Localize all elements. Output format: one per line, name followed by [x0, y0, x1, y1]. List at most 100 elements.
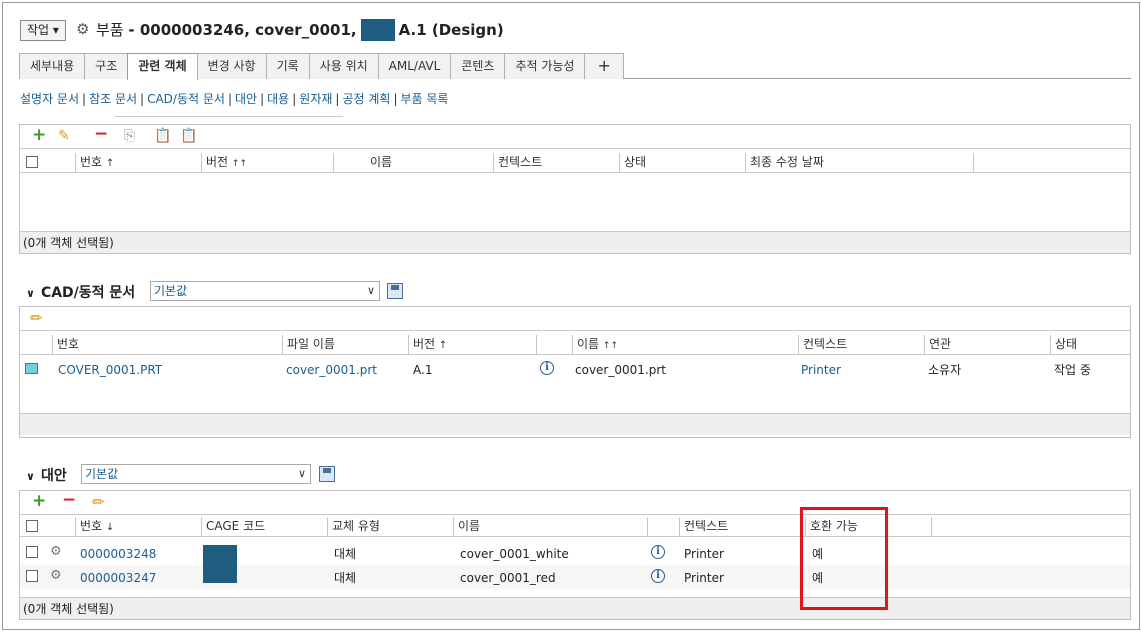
actions-menu-button[interactable]: 작업 ▾ — [20, 20, 66, 41]
col-empty — [931, 517, 1130, 537]
alternates-section-title[interactable]: ∨ 대안 — [26, 465, 67, 485]
save-view-icon[interactable] — [319, 466, 335, 482]
alternates-table-header: 번호 ↓ CAGE 코드 교체 유형 이름 컨텍스트 호환 가능 — [20, 517, 1130, 537]
link-reference-docs[interactable]: 참조 문서 — [89, 92, 137, 106]
info-icon[interactable]: i — [651, 569, 665, 583]
alternate-number-link[interactable]: 0000003248 — [80, 546, 156, 562]
col-context[interactable]: 컨텍스트 — [679, 517, 805, 537]
paste-select-icon[interactable]: 📋 — [180, 128, 197, 144]
paste-icon[interactable]: 📋 — [154, 128, 171, 144]
col-version[interactable]: 버전 ↑ — [408, 335, 536, 355]
sort-desc-icon: ↓ — [105, 522, 115, 533]
title-suffix: A.1 (Design) — [398, 21, 504, 39]
alternates-view-select[interactable]: 기본값 ∨ — [81, 464, 311, 484]
select-all-checkbox[interactable] — [26, 156, 38, 168]
col-version[interactable]: 버전 ↑↑ — [201, 153, 331, 173]
col-last-modified[interactable]: 최종 수정 날짜 — [745, 153, 973, 173]
save-view-icon[interactable] — [387, 283, 403, 299]
row-checkbox[interactable] — [26, 570, 38, 582]
documents-table: + ✎ − ⎘ 📋 📋 번호 ↑ 버전 ↑↑ 이름 컨텍스트 상태 최종 수정 … — [19, 124, 1131, 254]
col-number[interactable]: 번호 ↑ — [75, 153, 201, 173]
tab-related-objects[interactable]: 관련 객체 — [127, 53, 198, 80]
info-icon[interactable]: i — [540, 361, 554, 375]
cad-toolbar: ✏ — [20, 307, 1130, 331]
name-value: cover_0001_red — [460, 571, 556, 585]
link-raw-materials[interactable]: 원자재 — [299, 92, 332, 106]
col-name[interactable]: 이름 — [333, 153, 493, 173]
version-value: A.1 — [413, 363, 433, 377]
tab-traceability[interactable]: 추적 가능성 — [504, 53, 586, 79]
replacement-type-value: 대체 — [334, 547, 357, 561]
link-alternates[interactable]: 대안 — [235, 92, 257, 106]
new-document-icon[interactable]: ✎ — [58, 128, 70, 144]
tab-details[interactable]: 세부내용 — [19, 53, 86, 79]
replacement-type-value: 대체 — [334, 571, 357, 585]
context-value: Printer — [684, 547, 724, 561]
association-value: 소유자 — [928, 363, 962, 377]
link-substitutes[interactable]: 대용 — [267, 92, 289, 106]
col-name[interactable]: 이름 — [453, 517, 647, 537]
tab-history[interactable]: 기록 — [265, 53, 310, 79]
add-icon[interactable]: + — [32, 493, 46, 510]
name-value: cover_0001_white — [460, 547, 569, 561]
gear-icon[interactable]: ⚙ — [50, 568, 62, 584]
select-all-checkbox[interactable] — [26, 520, 38, 532]
tab-bar: 세부내용 구조 관련 객체 변경 사항 기록 사용 위치 AML/AVL 콘텐츠… — [19, 53, 1131, 80]
col-empty — [973, 153, 1130, 173]
selection-count: (0개 객체 선택됨) — [20, 231, 1130, 253]
copy-icon[interactable]: ⎘ — [124, 128, 135, 144]
link-describing-docs[interactable]: 설명자 문서 — [20, 92, 79, 106]
cad-part-icon — [25, 363, 38, 374]
col-name[interactable]: 이름 ↑↑ — [572, 335, 798, 355]
file-name-link[interactable]: cover_0001.prt — [286, 362, 377, 378]
cad-section-title[interactable]: ∨ CAD/동적 문서 — [26, 282, 135, 302]
cad-documents-table: ✏ 번호 파일 이름 버전 ↑ 이름 ↑↑ 컨텍스트 연관 상태 COVER_0… — [19, 306, 1131, 438]
title-prefix: - 0000003246, cover_0001, — [128, 21, 357, 39]
compatibility-highlight-box — [800, 507, 888, 610]
table-row[interactable]: ⚙ 0000003247 대체 cover_0001_red i Printer… — [20, 565, 1130, 589]
col-state[interactable]: 상태 — [619, 153, 745, 173]
link-process-plans[interactable]: 공정 계획 — [342, 92, 390, 106]
col-replacement-type[interactable]: 교체 유형 — [327, 517, 453, 537]
col-file-name[interactable]: 파일 이름 — [282, 335, 408, 355]
remove-icon[interactable]: − — [62, 492, 76, 509]
row-checkbox[interactable] — [26, 546, 38, 558]
edit-pencil-icon[interactable]: ✏ — [30, 310, 43, 326]
col-context[interactable]: 컨텍스트 — [493, 153, 619, 173]
add-tab-button[interactable]: + — [584, 53, 624, 79]
cad-footer — [20, 413, 1130, 435]
col-number[interactable]: 번호 — [52, 335, 282, 355]
tab-content[interactable]: 콘텐츠 — [450, 53, 506, 79]
tab-changes[interactable]: 변경 사항 — [196, 53, 267, 79]
col-association[interactable]: 연관 — [924, 335, 1050, 355]
info-icon[interactable]: i — [651, 545, 665, 559]
divider — [115, 116, 343, 117]
link-parts-list[interactable]: 부품 목록 — [400, 92, 448, 106]
table-header: 번호 ↑ 버전 ↑↑ 이름 컨텍스트 상태 최종 수정 날짜 — [20, 153, 1130, 173]
table-row[interactable]: ⚙ 0000003248 대체 cover_0001_white i Print… — [20, 541, 1130, 565]
context-link[interactable]: Printer — [801, 362, 841, 378]
tab-aml-avl[interactable]: AML/AVL — [377, 53, 452, 79]
col-state[interactable]: 상태 — [1050, 335, 1130, 355]
link-cad-docs[interactable]: CAD/동적 문서 — [147, 92, 225, 106]
col-cage-code[interactable]: CAGE 코드 — [201, 517, 327, 537]
tab-where-used[interactable]: 사용 위치 — [308, 53, 379, 79]
collapse-chevron-icon: ∨ — [26, 470, 35, 483]
cad-view-select[interactable]: 기본값 ∨ — [150, 281, 380, 301]
gear-icon[interactable]: ⚙ — [50, 544, 62, 560]
redacted-cage-code — [203, 545, 237, 583]
page-title: 부품 - 0000003246, cover_0001, A.1 (Design) — [96, 19, 504, 41]
tab-structure[interactable]: 구조 — [84, 53, 129, 79]
col-context[interactable]: 컨텍스트 — [798, 335, 924, 355]
add-icon[interactable]: + — [32, 127, 46, 144]
alternate-number-link[interactable]: 0000003247 — [80, 570, 156, 586]
table-toolbar: + ✎ − ⎘ 📋 📋 — [20, 125, 1130, 149]
col-number[interactable]: 번호 ↓ — [75, 517, 201, 537]
name-value: cover_0001.prt — [575, 363, 666, 377]
table-row[interactable]: COVER_0001.PRT cover_0001.prt A.1 i cove… — [20, 357, 1130, 381]
edit-pencil-icon[interactable]: ✏ — [92, 494, 105, 510]
remove-icon[interactable]: − — [94, 126, 108, 143]
selection-count: (0개 객체 선택됨) — [20, 597, 1130, 619]
context-value: Printer — [684, 571, 724, 585]
cad-number-link[interactable]: COVER_0001.PRT — [58, 362, 162, 378]
